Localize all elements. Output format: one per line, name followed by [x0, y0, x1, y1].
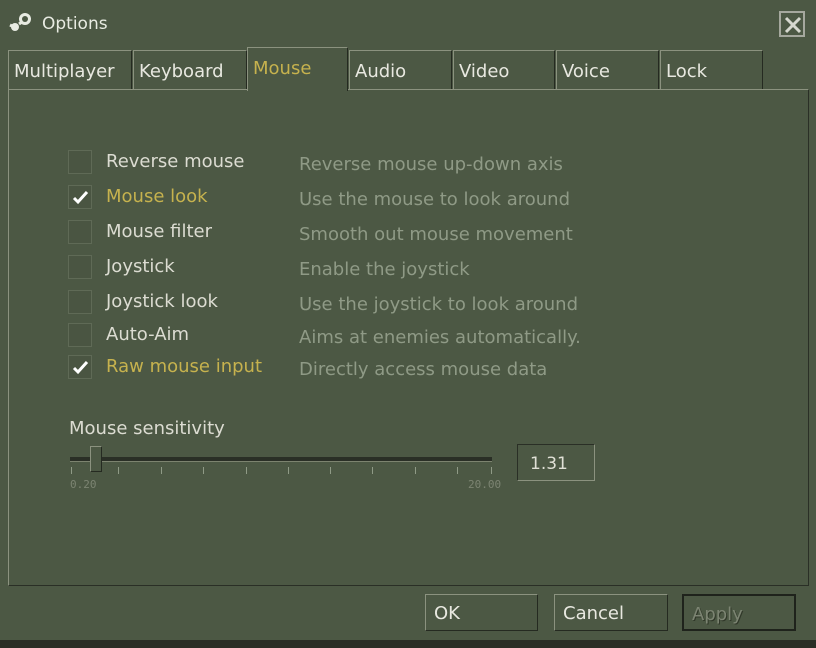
window-title: Options	[42, 14, 108, 34]
option-description: Smooth out mouse movement	[299, 224, 573, 245]
title-bar[interactable]: Options	[0, 0, 816, 46]
slider-tick	[161, 467, 162, 474]
slider-thumb[interactable]	[90, 446, 102, 472]
tab-label: Multiplayer	[14, 61, 115, 82]
slider-tick	[372, 467, 373, 474]
tab-bar: Multiplayer Keyboard Mouse Audio Video V…	[8, 47, 808, 91]
reverse-mouse-checkbox[interactable]	[68, 150, 92, 174]
tab-label: Voice	[562, 61, 610, 82]
tab-audio[interactable]: Audio	[349, 50, 452, 90]
button-label: Apply	[692, 604, 743, 625]
sensitivity-label: Mouse sensitivity	[69, 418, 225, 439]
auto-aim-checkbox[interactable]	[68, 323, 92, 347]
background-strip	[0, 640, 816, 648]
options-dialog: Options Multiplayer Keyboard Mouse Audio…	[0, 0, 816, 648]
slider-tick	[288, 467, 289, 474]
tab-video[interactable]: Video	[453, 50, 555, 90]
option-label[interactable]: Auto-Aim	[106, 324, 189, 345]
joystick-look-checkbox[interactable]	[68, 290, 92, 314]
option-label[interactable]: Joystick	[106, 256, 175, 277]
tab-voice[interactable]: Voice	[556, 50, 659, 90]
slider-tick	[71, 467, 72, 474]
slider-tick	[118, 467, 119, 474]
option-description: Reverse mouse up-down axis	[299, 154, 563, 175]
tab-label: Video	[459, 61, 510, 82]
slider-tick	[246, 467, 247, 474]
option-description: Aims at enemies automatically.	[299, 327, 581, 348]
tab-label: Mouse	[253, 58, 312, 79]
checkmark-icon	[72, 360, 89, 375]
sensitivity-value: 1.31	[530, 454, 568, 474]
close-icon	[784, 16, 802, 34]
tab-multiplayer[interactable]: Multiplayer	[8, 50, 132, 90]
mouse-look-checkbox[interactable]	[68, 185, 92, 209]
option-joystick-look: Joystick look Use the joystick to look a…	[68, 290, 628, 316]
option-reverse-mouse: Reverse mouse Reverse mouse up-down axis	[68, 150, 628, 176]
option-auto-aim: Auto-Aim Aims at enemies automatically.	[68, 323, 628, 349]
ok-button[interactable]: OK	[425, 594, 538, 631]
option-description: Enable the joystick	[299, 259, 470, 280]
option-label[interactable]: Raw mouse input	[106, 356, 262, 377]
sensitivity-slider[interactable]	[68, 444, 498, 474]
tab-mouse[interactable]: Mouse	[247, 47, 348, 91]
tab-label: Keyboard	[139, 61, 224, 82]
slider-tick	[203, 467, 204, 474]
slider-max-label: 20.00	[468, 478, 502, 491]
slider-tick	[457, 467, 458, 474]
checkmark-icon	[72, 190, 89, 205]
joystick-checkbox[interactable]	[68, 255, 92, 279]
close-button[interactable]	[779, 11, 805, 37]
option-label[interactable]: Mouse filter	[106, 221, 212, 242]
button-label: OK	[434, 603, 460, 624]
option-label[interactable]: Mouse look	[106, 186, 208, 207]
option-raw-mouse-input: Raw mouse input Directly access mouse da…	[68, 355, 628, 381]
slider-tick	[330, 467, 331, 474]
tab-lock[interactable]: Lock	[660, 50, 763, 90]
raw-mouse-input-checkbox[interactable]	[68, 355, 92, 379]
slider-tick	[491, 467, 492, 474]
cancel-button[interactable]: Cancel	[554, 594, 668, 631]
option-description: Directly access mouse data	[299, 359, 548, 380]
tab-label: Lock	[666, 61, 708, 82]
option-mouse-filter: Mouse filter Smooth out mouse movement	[68, 220, 628, 246]
option-description: Use the mouse to look around	[299, 189, 570, 210]
option-description: Use the joystick to look around	[299, 294, 579, 315]
tab-label: Audio	[355, 61, 407, 82]
apply-button[interactable]: Apply	[682, 594, 796, 631]
sensitivity-value-field[interactable]: 1.31	[517, 444, 595, 481]
slider-track[interactable]	[70, 457, 492, 462]
mouse-filter-checkbox[interactable]	[68, 220, 92, 244]
option-joystick: Joystick Enable the joystick	[68, 255, 628, 281]
option-label[interactable]: Joystick look	[106, 291, 218, 312]
option-label[interactable]: Reverse mouse	[106, 151, 244, 172]
tab-keyboard[interactable]: Keyboard	[133, 50, 247, 90]
steam-icon	[9, 13, 31, 31]
slider-min-label: 0.20	[70, 478, 97, 491]
button-label: Cancel	[563, 603, 624, 624]
slider-tick	[415, 467, 416, 474]
option-mouse-look: Mouse look Use the mouse to look around	[68, 185, 628, 211]
